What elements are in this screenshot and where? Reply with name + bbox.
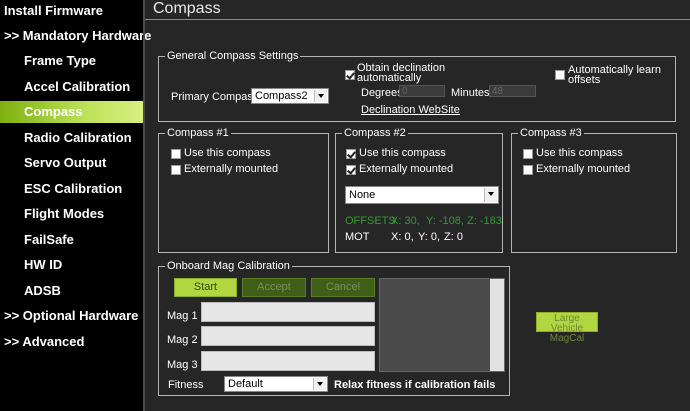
compass2-external-label: Externally mounted xyxy=(359,163,454,175)
large-vehicle-magcal-button[interactable]: Large Vehicle MagCal xyxy=(536,312,598,344)
fitness-label: Fitness xyxy=(168,379,204,391)
compass2-offsets-y: Y: -108, xyxy=(426,215,464,227)
compass2-offsets-label: OFFSETS xyxy=(345,215,396,227)
sidebar-item-radio-calibration[interactable]: Radio Calibration xyxy=(0,127,143,149)
compass2-label: Compass #2 xyxy=(342,126,408,140)
mag1-progress-bar xyxy=(201,302,375,322)
chevron-down-icon xyxy=(314,90,327,102)
compass2-mot-z: Z: 0 xyxy=(444,231,463,243)
sidebar-item-compass[interactable]: Compass xyxy=(0,101,143,123)
sidebar-item-servo-output[interactable]: Servo Output xyxy=(0,152,143,174)
onboard-mag-calibration-group: Onboard Mag Calibration Start Accept Can… xyxy=(158,259,510,396)
relax-fitness-label: Relax fitness if calibration fails xyxy=(334,379,496,391)
compass2-orientation-select[interactable]: None xyxy=(345,186,499,204)
auto-learn-offsets-checkbox[interactable] xyxy=(555,70,565,80)
start-button[interactable]: Start xyxy=(174,278,237,297)
obtain-declination-line2: automatically xyxy=(357,72,422,84)
minutes-label: Minutes xyxy=(451,87,490,99)
mag1-label: Mag 1 xyxy=(167,310,198,322)
cancel-button[interactable]: Cancel xyxy=(311,278,375,297)
minutes-field[interactable]: 48 xyxy=(489,85,536,97)
general-compass-settings-group: General Compass Settings Primary Compass… xyxy=(158,49,676,122)
compass1-group: Compass #1 Use this compass Externally m… xyxy=(158,126,329,253)
chevron-down-icon xyxy=(484,188,497,202)
mag2-progress-bar xyxy=(201,326,375,346)
fitness-value: Default xyxy=(228,378,263,390)
primary-compass-select[interactable]: Compass2 xyxy=(251,88,329,104)
compass2-group: Compass #2 Use this compass Externally m… xyxy=(335,126,503,253)
sidebar-item-esc-calibration[interactable]: ESC Calibration xyxy=(0,178,143,200)
compass3-group: Compass #3 Use this compass Externally m… xyxy=(511,126,677,253)
page-title: Compass xyxy=(153,0,221,17)
primary-compass-value: Compass2 xyxy=(255,90,308,102)
mag3-label: Mag 3 xyxy=(167,359,198,371)
sidebar-item-advanced[interactable]: >> Advanced xyxy=(0,331,147,353)
compass3-external-label: Externally mounted xyxy=(536,163,631,175)
compass3-use-label: Use this compass xyxy=(536,147,623,159)
main-panel: Compass General Compass Settings Primary… xyxy=(145,0,690,411)
compass1-external-checkbox[interactable] xyxy=(171,165,181,175)
declination-website-link[interactable]: Declination WebSite xyxy=(361,104,460,116)
degrees-label: Degrees xyxy=(361,87,403,99)
compass2-use-checkbox[interactable] xyxy=(346,149,356,159)
compass1-external-label: Externally mounted xyxy=(184,163,279,175)
sidebar-item-install-firmware[interactable]: Install Firmware xyxy=(0,0,147,22)
compass1-use-label: Use this compass xyxy=(184,147,271,159)
primary-compass-label: Primary Compass: xyxy=(171,91,262,103)
sidebar-item-flight-modes[interactable]: Flight Modes xyxy=(0,203,143,225)
mag3-progress-bar xyxy=(201,351,375,371)
sidebar-item-hw-id[interactable]: HW ID xyxy=(0,254,143,276)
auto-learn-line2: offsets xyxy=(568,74,601,86)
sidebar-item-frame-type[interactable]: Frame Type xyxy=(0,50,143,72)
compass2-offsets-x: X: 30, xyxy=(391,215,420,227)
compass3-external-checkbox[interactable] xyxy=(523,165,533,175)
compass2-external-checkbox[interactable] xyxy=(346,165,356,175)
sidebar-item-adsb[interactable]: ADSB xyxy=(0,280,143,302)
compass2-offsets-z: Z: -183 xyxy=(467,215,502,227)
sidebar-item-failsafe[interactable]: FailSafe xyxy=(0,229,143,251)
auto-learn-offsets-label: Automatically learn offsets xyxy=(568,65,661,86)
large-vehicle-line1: Large Vehicle xyxy=(550,313,584,334)
accept-button[interactable]: Accept xyxy=(242,278,306,297)
compass2-mot-x: X: 0, xyxy=(391,231,414,243)
sidebar: Install Firmware >> Mandatory Hardware F… xyxy=(0,0,151,411)
large-vehicle-line2: MagCal xyxy=(549,333,585,344)
compass2-mot-label: MOT xyxy=(345,231,370,243)
compass2-use-label: Use this compass xyxy=(359,147,446,159)
compass2-orientation-value: None xyxy=(349,189,376,201)
chevron-down-icon xyxy=(313,378,326,390)
compass1-label: Compass #1 xyxy=(165,126,231,140)
calibration-log-box[interactable] xyxy=(379,278,505,372)
mag2-label: Mag 2 xyxy=(167,334,198,346)
compass1-use-checkbox[interactable] xyxy=(171,149,181,159)
compass3-label: Compass #3 xyxy=(518,126,584,140)
onboard-mag-label: Onboard Mag Calibration xyxy=(165,259,292,273)
degrees-field[interactable]: 0 xyxy=(399,85,445,97)
obtain-declination-label: Obtain declination automatically xyxy=(357,63,445,84)
title-divider xyxy=(145,19,690,20)
sidebar-item-mandatory-hardware[interactable]: >> Mandatory Hardware xyxy=(0,25,151,47)
compass2-mot-y: Y: 0, xyxy=(418,231,441,243)
obtain-declination-checkbox[interactable] xyxy=(345,70,355,80)
general-settings-label: General Compass Settings xyxy=(165,49,301,63)
log-scrollbar[interactable] xyxy=(490,279,504,371)
sidebar-item-optional-hardware[interactable]: >> Optional Hardware xyxy=(0,305,147,327)
sidebar-item-accel-calibration[interactable]: Accel Calibration xyxy=(0,76,143,98)
compass3-use-checkbox[interactable] xyxy=(523,149,533,159)
fitness-select[interactable]: Default xyxy=(224,376,328,392)
